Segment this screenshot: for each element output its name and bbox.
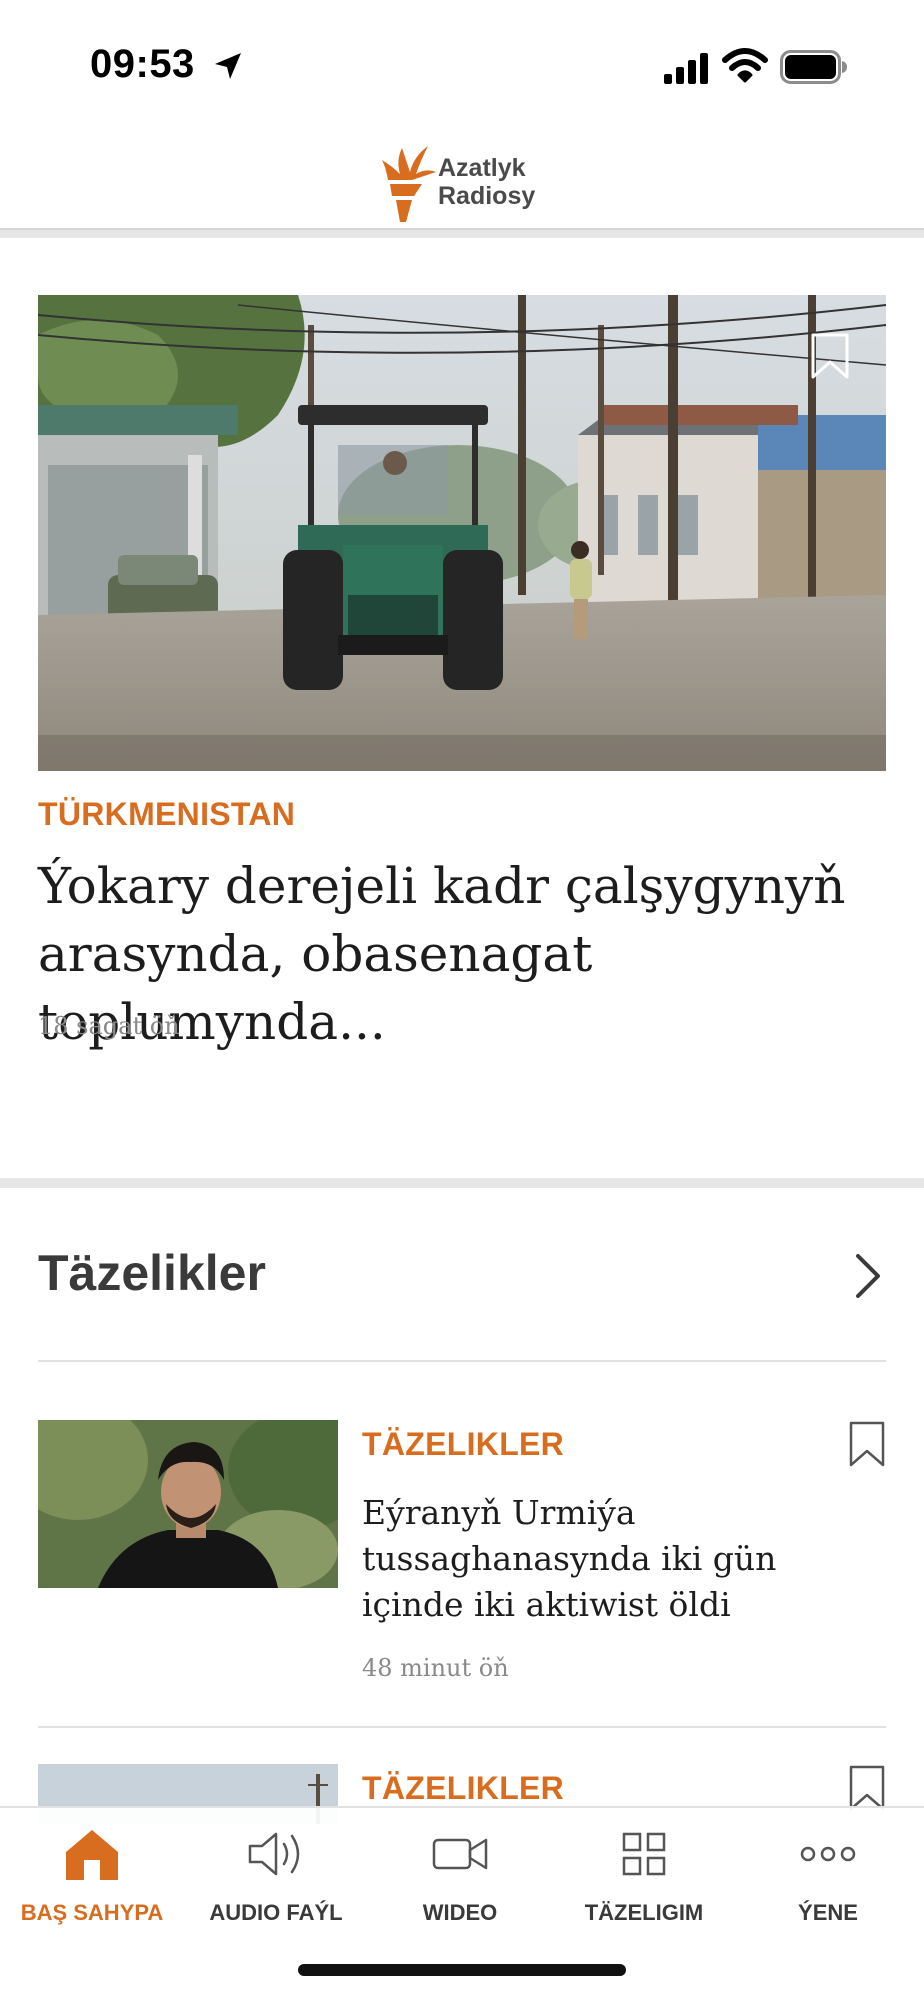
section-divider [0, 1178, 924, 1188]
logo-text: Azatlyk Radiosy [438, 154, 535, 210]
item-thumbnail[interactable] [38, 1420, 338, 1588]
location-arrow-icon [215, 53, 241, 79]
app-screen: 09:53 Azatlyk Radiosy TÜRKMENISTAN Ýokar… [0, 0, 924, 2000]
bookmark-icon[interactable] [848, 1420, 886, 1468]
tab-label: BAŞ SAHYPA [20, 1900, 164, 1925]
tab-label: WIDEO [422, 1900, 498, 1925]
speaker-icon [248, 1832, 300, 1876]
hero-category[interactable]: TÜRKMENISTAN [38, 796, 295, 833]
video-icon [432, 1838, 488, 1870]
battery-icon [780, 50, 847, 84]
tab-more[interactable]: ÝENE [736, 1808, 920, 1938]
section-rule [38, 1360, 886, 1362]
hero-image[interactable] [38, 295, 886, 771]
home-icon [66, 1830, 118, 1880]
home-indicator[interactable] [298, 1964, 626, 1976]
wifi-icon [722, 48, 768, 83]
logo-line-1: Azatlyk [438, 154, 526, 182]
grid-icon [622, 1832, 666, 1876]
tab-home[interactable]: BAŞ SAHYPA [0, 1808, 184, 1938]
item-title[interactable]: Eýranyň Urmiýa tussaghanasynda iki gün i… [362, 1490, 822, 1628]
hero-timestamp: 18 sagat öň [38, 1012, 180, 1040]
cellular-signal-icon [664, 53, 708, 84]
tab-audio[interactable]: AUDIO FAÝL [184, 1808, 368, 1938]
tab-label: TÄZELIGIM [584, 1900, 704, 1925]
logo-line-2: Radiosy [438, 182, 536, 210]
status-time: 09:53 [90, 42, 195, 86]
header-divider [0, 228, 924, 238]
tab-label: ÝENE [798, 1900, 858, 1925]
item-category[interactable]: TÄZELIKLER [362, 1770, 564, 1807]
item-category[interactable]: TÄZELIKLER [362, 1426, 564, 1463]
bookmark-icon[interactable] [848, 1764, 886, 1812]
more-icon [800, 1846, 856, 1862]
status-bar: 09:53 [0, 0, 924, 130]
tab-my-news[interactable]: TÄZELIGIM [552, 1808, 736, 1938]
item-divider [38, 1726, 886, 1728]
tab-video[interactable]: WIDEO [368, 1808, 552, 1938]
item-timestamp: 48 minut öň [362, 1654, 509, 1682]
chevron-right-icon[interactable] [852, 1250, 884, 1302]
app-header: Azatlyk Radiosy [0, 130, 924, 230]
bookmark-icon[interactable] [810, 332, 850, 380]
tab-label: AUDIO FAÝL [209, 1900, 343, 1925]
section-title[interactable]: Täzelikler [38, 1244, 266, 1302]
torch-logo-icon [382, 146, 436, 222]
